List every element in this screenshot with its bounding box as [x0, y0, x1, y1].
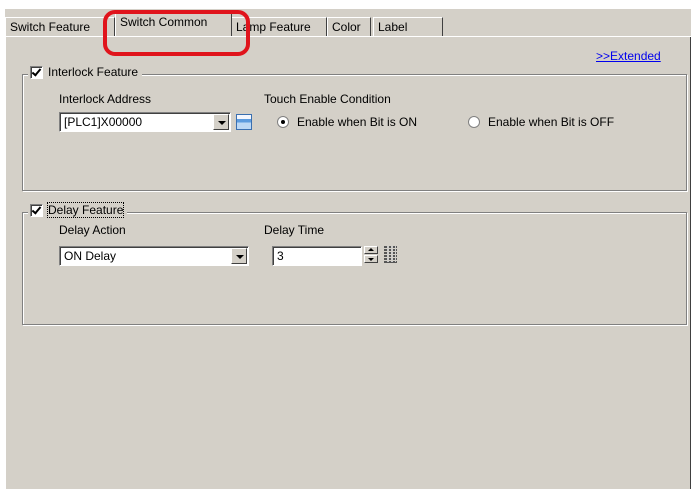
spin-up-icon[interactable] — [364, 246, 378, 254]
chevron-down-icon[interactable] — [231, 248, 247, 264]
tab-color[interactable]: Color — [327, 17, 371, 36]
interlock-address-combo[interactable]: [PLC1]X00000 — [59, 112, 231, 132]
radio-enable-on[interactable]: Enable when Bit is ON — [277, 115, 417, 129]
tab-page: >>Extended Interlock Feature Interlock A… — [5, 37, 691, 489]
keypad-icon[interactable] — [384, 245, 397, 263]
interlock-address-label: Interlock Address — [59, 92, 152, 106]
radio-off-indicator[interactable] — [468, 116, 480, 128]
interlock-checkbox[interactable] — [30, 65, 43, 79]
delay-feature-label: Delay Feature — [46, 202, 125, 218]
interlock-legend: Interlock Feature — [28, 65, 143, 79]
tab-switch-common[interactable]: Switch Common — [115, 10, 232, 36]
delay-time-input[interactable]: 3 — [272, 246, 362, 266]
radio-on-indicator[interactable] — [277, 116, 289, 128]
delay-legend: Delay Feature — [28, 202, 128, 218]
chevron-down-icon[interactable] — [213, 114, 229, 130]
radio-enable-off[interactable]: Enable when Bit is OFF — [468, 115, 614, 129]
delay-action-combo[interactable]: ON Delay — [59, 246, 249, 266]
tab-label[interactable]: Label — [373, 17, 443, 36]
delay-action-value: ON Delay — [64, 249, 117, 263]
delay-checkbox[interactable] — [30, 203, 43, 217]
interlock-address-value: [PLC1]X00000 — [64, 115, 143, 129]
tab-switch-feature[interactable]: Switch Feature — [5, 17, 115, 36]
switch-common-dialog: Switch Feature Lamp Feature Color Label … — [5, 9, 691, 489]
extended-link[interactable]: >>Extended — [596, 49, 661, 63]
radio-off-label: Enable when Bit is OFF — [488, 115, 615, 129]
delay-action-label: Delay Action — [59, 223, 126, 237]
spin-down-icon[interactable] — [364, 255, 378, 263]
address-input-icon[interactable] — [236, 114, 252, 130]
delay-time-value: 3 — [277, 249, 284, 263]
tab-lamp-feature[interactable]: Lamp Feature — [231, 17, 327, 36]
touch-enable-condition-label: Touch Enable Condition — [264, 92, 391, 106]
delay-time-label: Delay Time — [264, 223, 325, 237]
interlock-feature-label: Interlock Feature — [48, 65, 139, 79]
radio-on-label: Enable when Bit is ON — [297, 115, 418, 129]
